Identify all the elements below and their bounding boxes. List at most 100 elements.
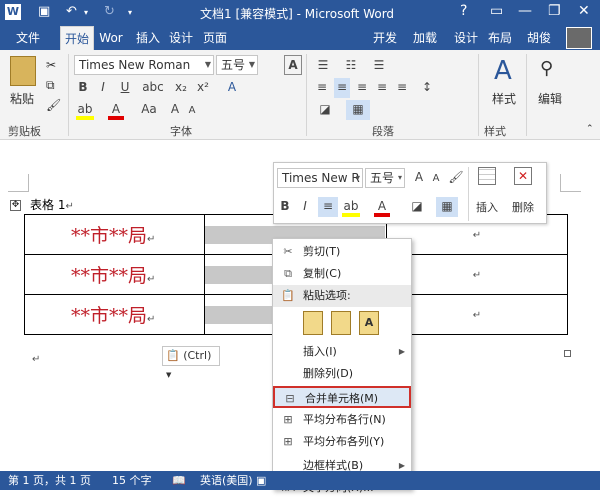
font-color-icon[interactable]: A: [374, 197, 390, 217]
shading-icon[interactable]: ◪: [408, 197, 426, 217]
multilevel-list-icon[interactable]: ☰: [370, 56, 388, 76]
collapse-ribbon-icon[interactable]: ⌃: [586, 124, 594, 134]
highlight-icon[interactable]: ab: [76, 100, 94, 120]
help-button[interactable]: ?: [460, 3, 467, 19]
italic-icon[interactable]: I: [96, 78, 110, 98]
align-right-icon[interactable]: ≡: [354, 78, 370, 98]
tab-wor[interactable]: Wor: [94, 26, 128, 50]
borders-icon[interactable]: ▦: [436, 197, 458, 217]
mini-delete-label[interactable]: 删除: [512, 199, 534, 215]
font-name-combo[interactable]: Times New Roman ▼: [74, 55, 214, 75]
insert-table-icon[interactable]: [478, 167, 496, 185]
redo-icon[interactable]: ↻: [104, 4, 115, 19]
shading-icon[interactable]: ◪: [314, 100, 336, 120]
ribbon-display-button[interactable]: ▭: [490, 3, 503, 19]
bold-icon[interactable]: B: [76, 78, 90, 98]
superscript-icon[interactable]: x²: [194, 78, 212, 98]
shrink-font-icon[interactable]: A: [186, 102, 198, 122]
paste-options-button[interactable]: 📋 (Ctrl) ▼: [162, 346, 220, 379]
borders-icon[interactable]: ▦: [346, 100, 370, 120]
restore-button[interactable]: ❐: [548, 3, 561, 19]
strikethrough-icon[interactable]: abc: [142, 78, 164, 98]
menu-item-merge-cells[interactable]: ⊟ 合并单元格(M): [273, 386, 411, 408]
tab-home[interactable]: 开始: [60, 26, 94, 50]
format-painter-icon[interactable]: 🖌: [46, 98, 61, 112]
mini-insert-label[interactable]: 插入: [476, 199, 498, 215]
tab-insert[interactable]: 插入: [132, 26, 164, 50]
page-count[interactable]: 第 1 页，共 1 页: [8, 471, 91, 490]
tab-page[interactable]: 页面: [200, 26, 230, 50]
mini-font-combo[interactable]: Times New R ▾: [277, 168, 363, 188]
undo-dropdown-icon[interactable]: ▾: [84, 8, 88, 17]
subscript-icon[interactable]: x₂: [172, 78, 190, 98]
shrink-font-icon[interactable]: A: [430, 170, 442, 190]
line-spacing-icon[interactable]: ↕: [418, 78, 436, 98]
word-count[interactable]: 15 个字: [112, 471, 152, 490]
close-button[interactable]: ✕: [578, 3, 590, 19]
paste-merge-formatting-icon[interactable]: [331, 311, 351, 335]
format-painter-icon[interactable]: 🖌: [448, 168, 464, 188]
paste-icon[interactable]: [10, 56, 36, 86]
menu-item-distribute-columns[interactable]: ⊞ 平均分布各列(Y): [273, 431, 411, 453]
table-resize-handle[interactable]: [564, 350, 571, 357]
menu-item-delete-column[interactable]: 删除列(D): [273, 363, 411, 385]
styles-button-label[interactable]: 样式: [492, 90, 516, 107]
italic-icon[interactable]: I: [298, 197, 312, 217]
undo-icon[interactable]: ↶: [66, 4, 77, 19]
bold-icon[interactable]: B: [278, 197, 292, 217]
tab-design[interactable]: 设计: [166, 26, 196, 50]
table-cell[interactable]: ↵: [386, 294, 568, 335]
bullets-icon[interactable]: ☰: [314, 56, 332, 76]
grow-font-icon[interactable]: A: [168, 100, 182, 120]
minimize-button[interactable]: —: [518, 3, 532, 19]
grow-font-icon[interactable]: A: [412, 168, 426, 188]
user-avatar[interactable]: [566, 27, 592, 49]
table-cell[interactable]: **市**局↵: [24, 294, 205, 335]
table-cell[interactable]: ↵: [386, 254, 568, 295]
mini-size-combo[interactable]: 五号 ▾: [365, 168, 405, 188]
tab-file[interactable]: 文件: [0, 26, 56, 50]
save-icon[interactable]: ▣: [38, 4, 50, 19]
cut-icon[interactable]: ✂: [46, 58, 56, 72]
macro-record-icon[interactable]: ▣: [256, 471, 266, 490]
clear-format-button[interactable]: A: [284, 55, 302, 75]
find-icon[interactable]: ⚲: [540, 58, 553, 79]
font-size-combo[interactable]: 五号 ▼: [216, 55, 258, 75]
proofing-icon[interactable]: 📖: [172, 471, 186, 490]
delete-table-icon[interactable]: ✕: [514, 167, 532, 185]
align-center-icon[interactable]: ≡: [334, 78, 350, 98]
tab-addins[interactable]: 加载: [408, 26, 442, 50]
underline-icon[interactable]: U: [118, 78, 132, 98]
paste-button-label[interactable]: 粘贴: [10, 90, 34, 107]
menu-item-cut[interactable]: ✂ 剪切(T): [273, 241, 411, 263]
customize-qat-icon[interactable]: ▾: [128, 8, 132, 17]
paste-text-only-icon[interactable]: A: [359, 311, 379, 335]
menu-item-copy[interactable]: ⧉ 复制(C): [273, 263, 411, 285]
text-effects-icon[interactable]: A: [224, 78, 240, 98]
tab-developer[interactable]: 开发: [368, 26, 402, 50]
distributed-icon[interactable]: ≡: [394, 78, 410, 98]
change-case-icon[interactable]: Aa: [138, 100, 160, 120]
highlight-icon[interactable]: ab: [342, 197, 360, 217]
align-left-icon[interactable]: ≡: [314, 78, 330, 98]
table-cell[interactable]: **市**局↵: [24, 214, 205, 255]
table-cell[interactable]: **市**局↵: [24, 254, 205, 295]
styles-icon[interactable]: A: [494, 56, 512, 86]
chevron-down-icon[interactable]: ▼: [249, 56, 255, 74]
menu-item-distribute-rows[interactable]: ⊞ 平均分布各行(N): [273, 409, 411, 431]
tab-table-design[interactable]: 设计: [450, 26, 482, 50]
table-move-handle-icon[interactable]: ✥: [10, 200, 21, 211]
copy-icon[interactable]: ⧉: [46, 78, 55, 93]
numbering-icon[interactable]: ☷: [342, 56, 360, 76]
chevron-down-icon[interactable]: ▾: [356, 169, 360, 187]
menu-item-insert[interactable]: 插入(I) ▶: [273, 341, 411, 363]
word-app-icon[interactable]: W: [5, 4, 21, 20]
user-name[interactable]: 胡俊: [522, 26, 556, 50]
chevron-down-icon[interactable]: ▾: [398, 169, 402, 187]
paste-keep-formatting-icon[interactable]: [303, 311, 323, 335]
justify-icon[interactable]: ≡: [374, 78, 390, 98]
editing-button-label[interactable]: 编辑: [538, 90, 562, 107]
chevron-down-icon[interactable]: ▼: [205, 56, 211, 74]
font-color-icon[interactable]: A: [108, 100, 124, 120]
language-indicator[interactable]: 英语(美国): [200, 471, 253, 490]
